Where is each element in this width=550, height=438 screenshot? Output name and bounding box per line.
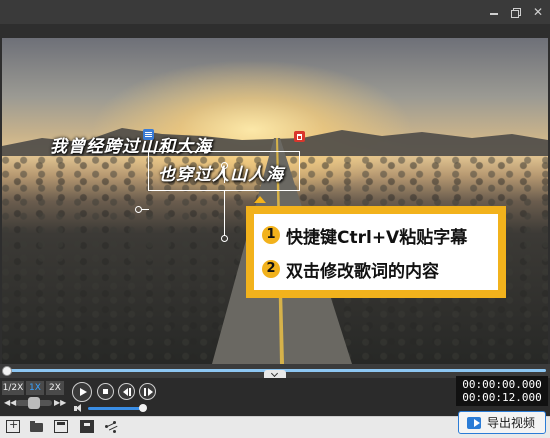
volume-slider[interactable] bbox=[88, 407, 144, 410]
edit-subtitle-icon[interactable] bbox=[143, 129, 154, 140]
save-as-icon[interactable] bbox=[80, 420, 94, 433]
play-button[interactable] bbox=[72, 382, 92, 402]
speed-slider-knob[interactable] bbox=[28, 397, 40, 409]
tip-pointer bbox=[254, 196, 266, 203]
speed-half-button[interactable]: 1/2X bbox=[2, 381, 24, 395]
minimize-icon[interactable] bbox=[486, 4, 502, 20]
volume-slider-knob[interactable] bbox=[139, 404, 147, 412]
total-time: 00:00:12.000 bbox=[462, 391, 542, 404]
handle-connector-left bbox=[142, 209, 149, 210]
new-project-icon[interactable] bbox=[6, 418, 20, 433]
timecode-display: 00:00:00.000 00:00:12.000 bbox=[456, 376, 548, 406]
resize-handle-top[interactable] bbox=[221, 162, 228, 169]
tip-text: 快捷键Ctrl+V粘贴字幕 bbox=[286, 227, 468, 248]
tip-item-1: 1 快捷键Ctrl+V粘贴字幕 bbox=[262, 222, 467, 248]
tip-number-badge: 2 bbox=[262, 260, 280, 278]
close-icon[interactable]: ✕ bbox=[530, 4, 546, 20]
fast-forward-icon[interactable]: ▶▶ bbox=[54, 398, 66, 408]
next-button[interactable] bbox=[139, 383, 156, 400]
handle-connector-bottom bbox=[224, 191, 225, 236]
tip-number-badge: 1 bbox=[262, 226, 280, 244]
collapse-chevron-icon[interactable] bbox=[264, 370, 286, 378]
video-preview[interactable] bbox=[2, 38, 548, 364]
speed-1x-button[interactable]: 1X bbox=[26, 381, 44, 395]
share-icon[interactable] bbox=[104, 420, 118, 433]
title-bar bbox=[0, 0, 550, 24]
stop-button[interactable] bbox=[97, 383, 114, 400]
current-time: 00:00:00.000 bbox=[462, 378, 542, 391]
handle-connector-top bbox=[224, 169, 225, 183]
timeline-playhead[interactable] bbox=[2, 366, 12, 376]
previous-button[interactable] bbox=[118, 383, 135, 400]
export-icon bbox=[467, 416, 481, 429]
speed-2x-button[interactable]: 2X bbox=[46, 381, 64, 395]
open-folder-icon[interactable] bbox=[30, 420, 44, 433]
restore-icon[interactable] bbox=[508, 4, 524, 20]
resize-handle-bottom[interactable] bbox=[221, 235, 228, 242]
save-icon[interactable] bbox=[54, 420, 68, 433]
rewind-icon[interactable]: ◀◀ bbox=[4, 398, 16, 408]
volume-icon[interactable] bbox=[74, 404, 84, 413]
export-label: 导出视频 bbox=[487, 416, 536, 430]
delete-subtitle-icon[interactable] bbox=[294, 131, 305, 142]
resize-handle-left[interactable] bbox=[135, 206, 142, 213]
tip-item-2: 2 双击修改歌词的内容 bbox=[262, 256, 439, 282]
export-video-button[interactable]: 导出视频 bbox=[458, 411, 546, 434]
tip-text: 双击修改歌词的内容 bbox=[286, 261, 439, 282]
